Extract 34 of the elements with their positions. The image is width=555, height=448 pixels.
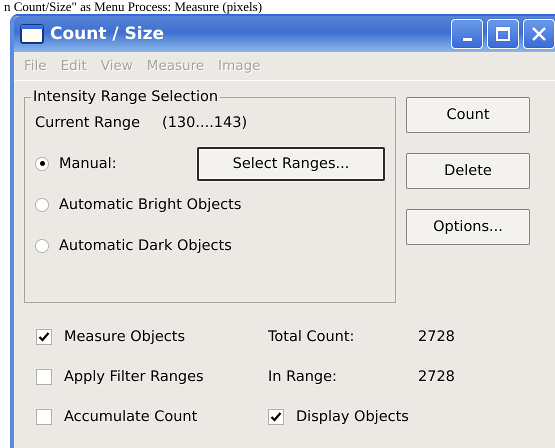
maximize-button[interactable] <box>487 19 519 49</box>
stat-value: 2728 <box>418 329 455 345</box>
radio-label[interactable]: Automatic Bright Objects <box>59 196 242 212</box>
current-range-label: Current Range <box>35 115 140 131</box>
checkbox[interactable] <box>36 329 52 345</box>
action-button[interactable]: Count <box>406 97 530 133</box>
radio-button[interactable] <box>35 156 49 170</box>
stat-value: 2728 <box>418 369 455 385</box>
stat-label: In Range: <box>268 369 338 385</box>
radio-button[interactable] <box>35 198 49 212</box>
window-icon <box>20 24 44 44</box>
checkbox-label[interactable]: Display Objects <box>296 409 409 425</box>
maximize-icon <box>495 26 511 42</box>
checkbox[interactable] <box>268 409 284 425</box>
stat-label: Total Count: <box>268 329 356 345</box>
radio-button[interactable] <box>35 238 49 252</box>
checkbox-label[interactable]: Measure Objects <box>64 329 186 345</box>
checkbox-label[interactable]: Accumulate Count <box>64 409 198 425</box>
current-range-value: (130....143) <box>162 115 248 131</box>
checkbox[interactable] <box>36 409 52 425</box>
minimize-button[interactable] <box>451 19 483 49</box>
action-button[interactable]: Options... <box>406 209 530 245</box>
radio-label[interactable]: Manual: <box>59 156 117 172</box>
window-title: Count / Size <box>50 24 164 44</box>
action-button[interactable]: Delete <box>406 153 530 189</box>
close-button[interactable] <box>523 19 555 49</box>
minimize-icon <box>462 38 472 40</box>
select-ranges-button[interactable]: Select Ranges... <box>197 146 385 180</box>
checkbox-label[interactable]: Apply Filter Ranges <box>64 369 204 385</box>
caption-text: n Count/Size" as Menu Process: Measure (pixels) <box>3 0 264 14</box>
radio-label[interactable]: Automatic Dark Objects <box>59 238 232 254</box>
checkbox[interactable] <box>36 369 52 385</box>
close-icon <box>531 26 547 42</box>
group-title: Intensity Range Selection <box>32 89 220 105</box>
